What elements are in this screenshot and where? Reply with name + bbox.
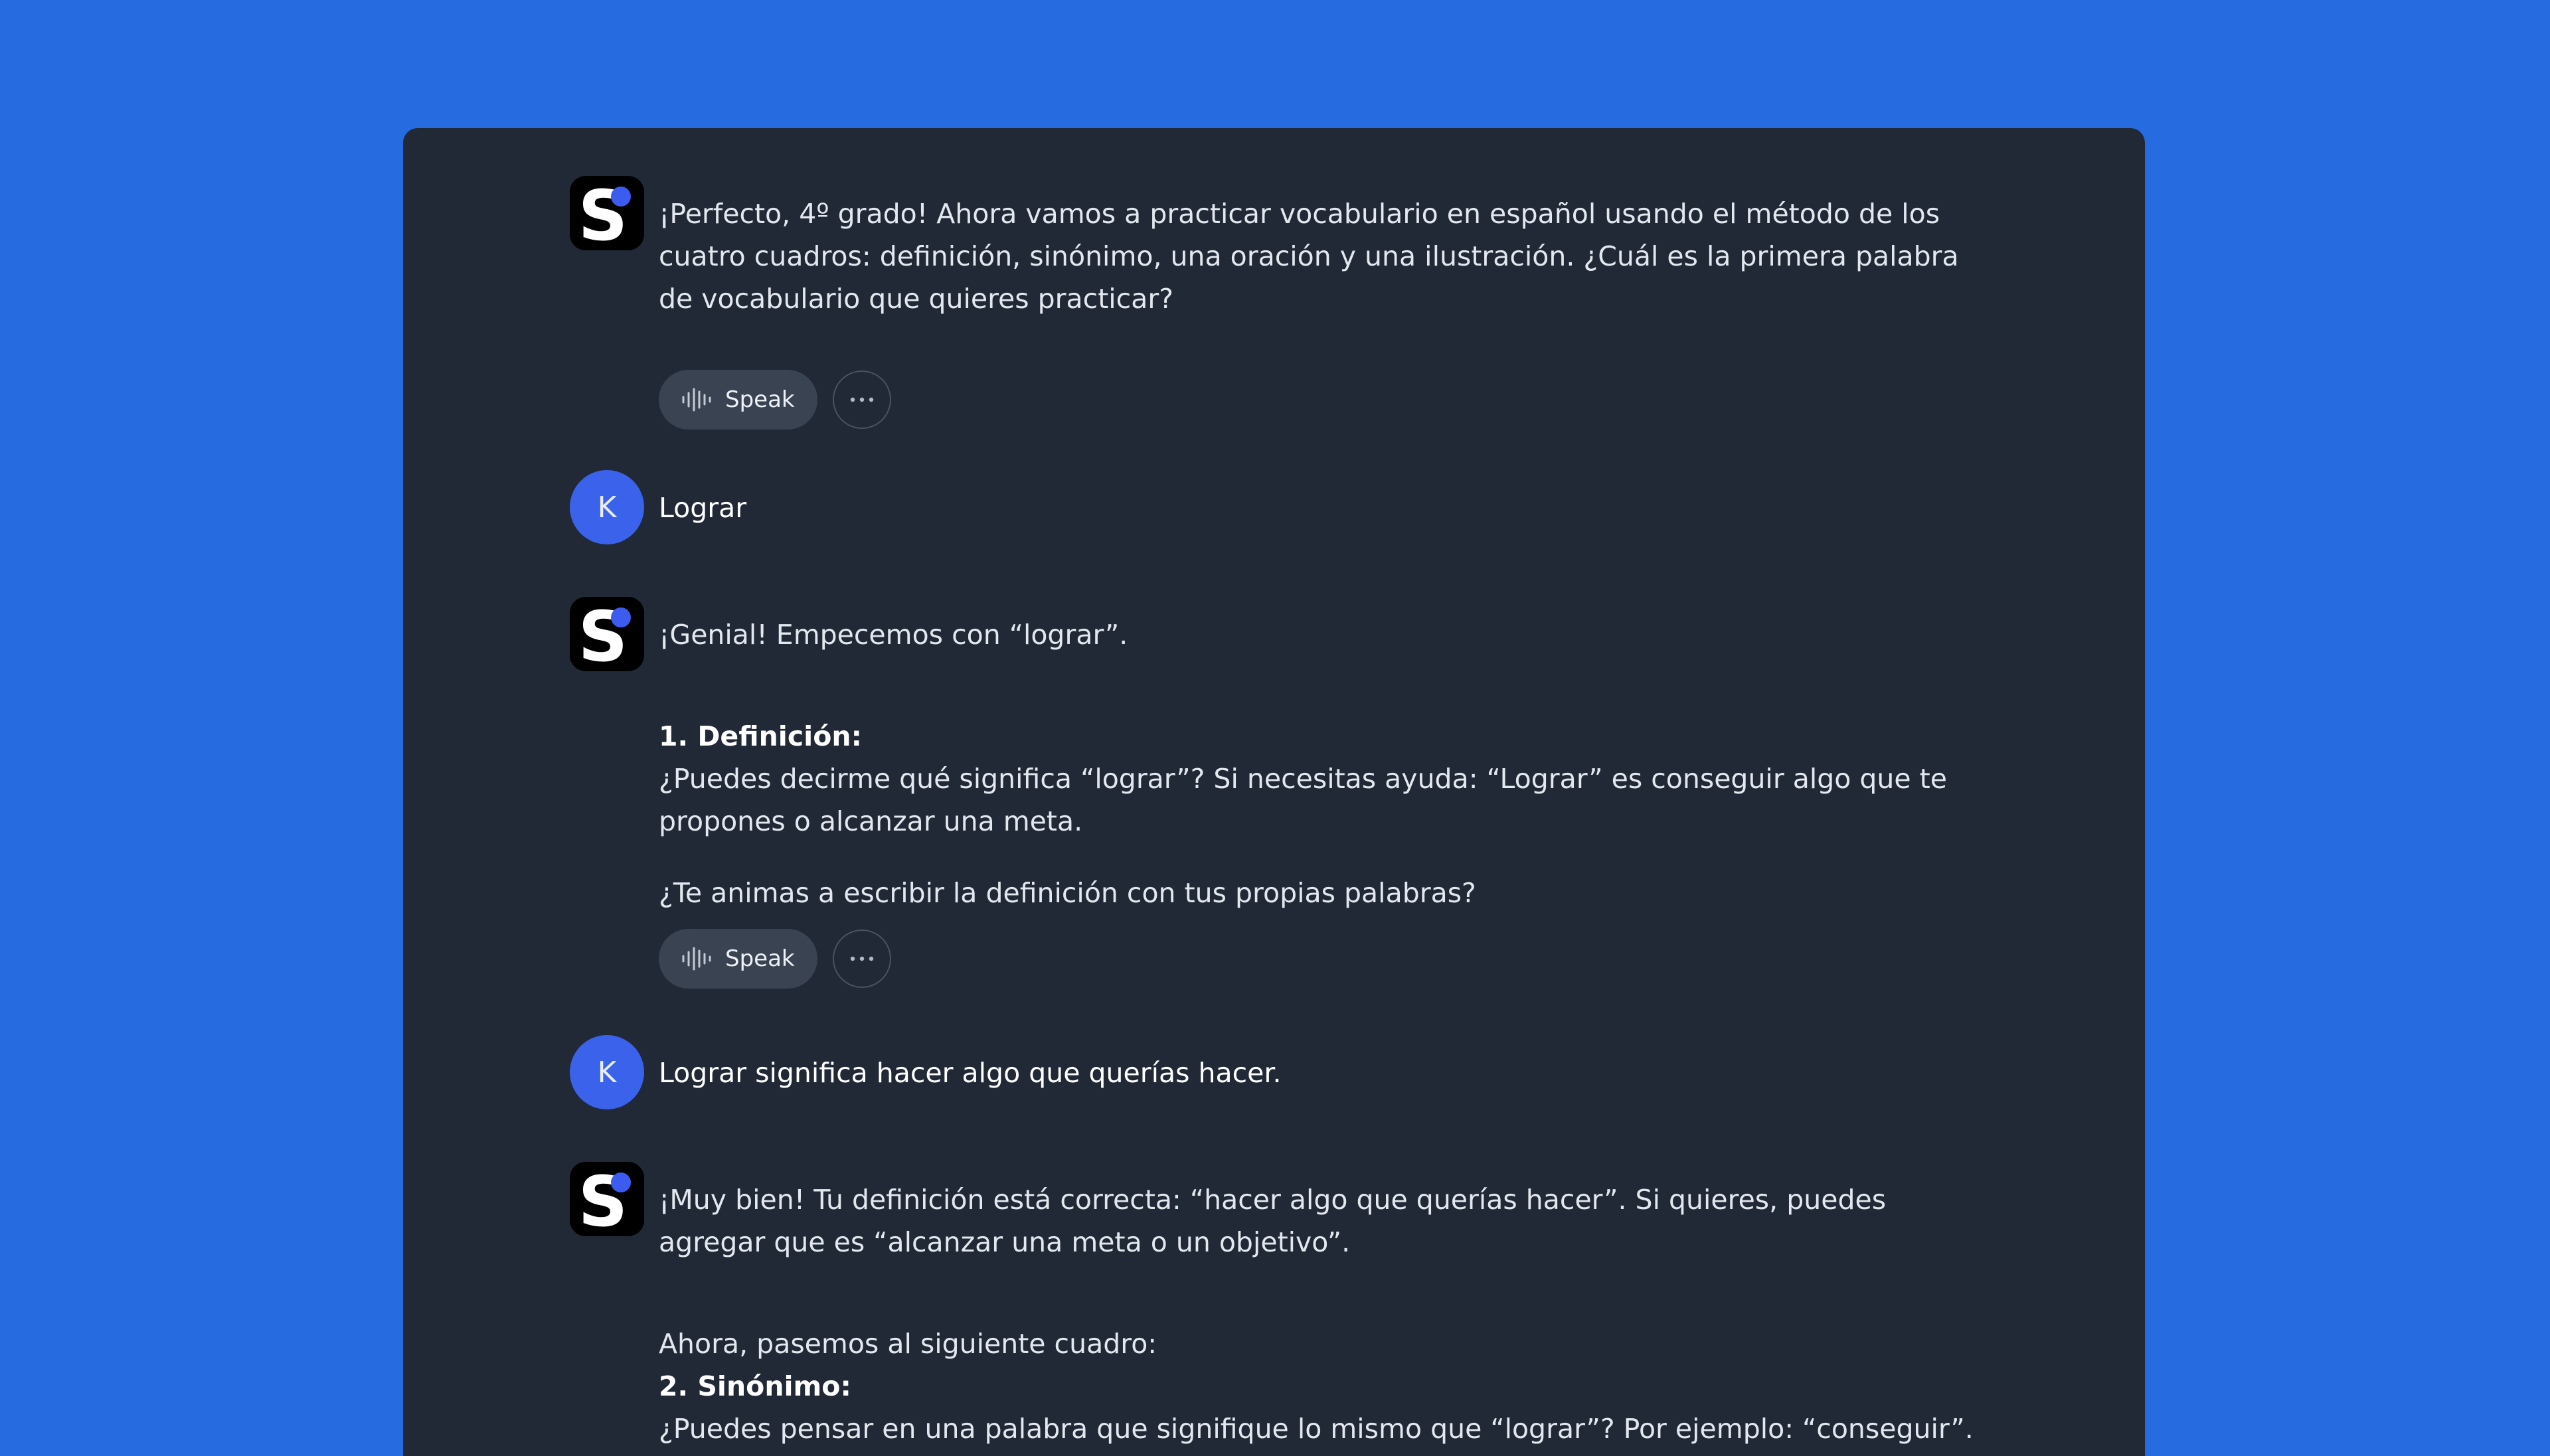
user-avatar: K — [570, 470, 644, 544]
message-body: ¿Puedes decirme qué significa “lograr”? … — [659, 763, 1947, 837]
message-actions: Speak — [659, 370, 1987, 430]
logo-icon: S — [570, 176, 644, 250]
logo-icon: S — [570, 597, 644, 671]
logo-icon: S — [570, 1162, 644, 1236]
waveform-icon — [682, 388, 711, 412]
waveform-icon — [682, 947, 711, 971]
more-options-button[interactable] — [832, 930, 891, 988]
more-dots-icon — [850, 397, 873, 402]
message-actions: Speak — [659, 929, 1987, 989]
speak-button[interactable]: Speak — [659, 929, 817, 989]
message-transition: Ahora, pasemos al siguiente cuadro: — [659, 1328, 1157, 1360]
message-intro: ¡Genial! Empecemos con “lograr”. — [659, 619, 1128, 651]
step-heading: 2. Sinónimo: — [659, 1370, 851, 1402]
speak-label: Speak — [725, 945, 795, 972]
message-question: ¿Te animas a escribir la definición con … — [659, 877, 1476, 909]
message-text: Lograr significa hacer algo que querías … — [659, 1057, 1282, 1089]
chat-panel: S ¡Perfecto, 4º grado! Ahora vamos a pra… — [403, 128, 2145, 1456]
step-heading: 1. Definición: — [659, 720, 862, 752]
user-message: K Lograr significa hacer algo que quería… — [570, 1035, 1987, 1109]
assistant-message: S ¡Perfecto, 4º grado! Ahora vamos a pra… — [570, 176, 1987, 430]
assistant-message: S ¡Genial! Empecemos con “lograr”. 1. De… — [570, 597, 1987, 989]
message-body: ¿Puedes pensar en una palabra que signif… — [659, 1413, 1974, 1456]
message-text: Lograr — [659, 492, 747, 524]
speak-button[interactable]: Speak — [659, 370, 817, 430]
more-options-button[interactable] — [832, 370, 891, 429]
speak-label: Speak — [725, 386, 795, 413]
user-avatar: K — [570, 1035, 644, 1109]
message-text: ¡Perfecto, 4º grado! Ahora vamos a pract… — [659, 198, 1959, 315]
user-message: K Lograr — [570, 470, 1987, 544]
assistant-message: S ¡Muy bien! Tu definición está correcta… — [570, 1162, 1987, 1456]
message-intro: ¡Muy bien! Tu definición está correcta: … — [659, 1184, 1887, 1258]
more-dots-icon — [850, 956, 873, 961]
